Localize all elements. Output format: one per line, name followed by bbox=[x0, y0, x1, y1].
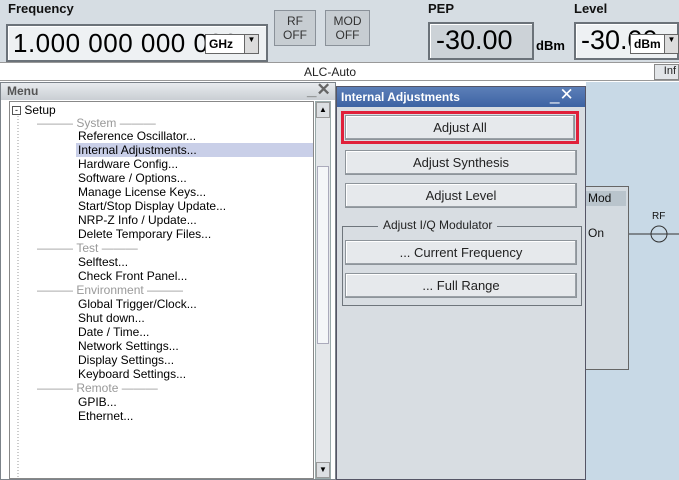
frequency-label: Frequency bbox=[8, 1, 74, 16]
menu-item-manage-license-keys[interactable]: Manage License Keys... bbox=[78, 185, 206, 199]
pep-value: -30.00 bbox=[436, 25, 513, 55]
adjust-all-button[interactable]: Adjust All bbox=[345, 115, 575, 140]
signal-generator-screen: Frequency 1.000 000 000 000 GHz ▼ RF OFF… bbox=[0, 0, 679, 480]
mod-toggle-label: MOD bbox=[333, 14, 362, 28]
menu-item-shut-down[interactable]: Shut down... bbox=[78, 311, 145, 325]
menu-item-check-front-panel[interactable]: Check Front Panel... bbox=[78, 269, 187, 283]
menu-item-reference-oscillator[interactable]: Reference Oscillator... bbox=[78, 129, 196, 143]
menu-item-gpib[interactable]: GPIB... bbox=[78, 395, 117, 409]
menu-item-nrpz-info[interactable]: NRP-Z Info / Update... bbox=[78, 213, 197, 227]
rf-toggle-button[interactable]: RF OFF bbox=[274, 10, 316, 46]
status-bar: ALC-Auto Inf bbox=[0, 62, 679, 81]
pep-unit: dBm bbox=[536, 38, 565, 53]
menu-item-ethernet[interactable]: Ethernet... bbox=[78, 409, 133, 423]
mod-block-title: Mod bbox=[586, 191, 626, 206]
level-label: Level bbox=[574, 1, 608, 16]
menu-title: Menu bbox=[7, 84, 39, 98]
menu-item-software-options[interactable]: Software / Options... bbox=[78, 171, 187, 185]
menu-tree: - Setup ——— System ——— Reference Oscilla… bbox=[9, 101, 314, 479]
menu-panel: Menu _✕ - Setup ——— System ——— Reference… bbox=[0, 80, 336, 480]
scrollbar-thumb[interactable] bbox=[317, 166, 329, 344]
adjust-synthesis-button[interactable]: Adjust Synthesis bbox=[345, 150, 577, 175]
menu-item-display-update[interactable]: Start/Stop Display Update... bbox=[78, 199, 226, 213]
menu-scrollbar[interactable]: ▲ ▼ bbox=[315, 101, 331, 479]
chevron-down-icon: ▼ bbox=[664, 35, 678, 53]
rf-toggle-label: RF bbox=[287, 14, 303, 28]
info-button[interactable]: Inf bbox=[654, 64, 679, 80]
level-unit-select[interactable]: dBm ▼ bbox=[630, 34, 679, 54]
scroll-up-icon[interactable]: ▲ bbox=[316, 102, 330, 118]
menu-item-network-settings[interactable]: Network Settings... bbox=[78, 339, 179, 353]
menu-item-display-settings[interactable]: Display Settings... bbox=[78, 353, 174, 367]
mod-toggle-button[interactable]: MOD OFF bbox=[325, 10, 370, 46]
header-bar: Frequency 1.000 000 000 000 GHz ▼ RF OFF… bbox=[0, 0, 679, 62]
full-range-button[interactable]: ... Full Range bbox=[345, 273, 577, 298]
rf-output-label: RF bbox=[652, 211, 666, 222]
menu-item-date-time[interactable]: Date / Time... bbox=[78, 325, 149, 339]
rf-toggle-state: OFF bbox=[283, 28, 307, 42]
menu-item-delete-temp-files[interactable]: Delete Temporary Files... bbox=[78, 227, 211, 241]
mod-toggle-state: OFF bbox=[335, 28, 360, 42]
mod-block-state: On bbox=[588, 226, 605, 240]
menu-item-global-trigger[interactable]: Global Trigger/Clock... bbox=[78, 297, 197, 311]
pep-display: -30.00 bbox=[428, 22, 534, 60]
internal-adjustments-dialog: Internal Adjustments _✕ Adjust All Adjus… bbox=[336, 85, 586, 480]
chevron-down-icon: ▼ bbox=[244, 35, 258, 53]
collapse-icon: - bbox=[12, 106, 21, 115]
menu-titlebar: Menu _✕ bbox=[1, 80, 335, 100]
minimize-close-icon[interactable]: _✕ bbox=[307, 80, 331, 100]
dialog-titlebar: Internal Adjustments _✕ bbox=[337, 85, 585, 107]
menu-item-internal-adjustments[interactable]: Internal Adjustments... bbox=[76, 143, 313, 157]
dialog-title: Internal Adjustments bbox=[341, 90, 460, 104]
menu-item-keyboard-settings[interactable]: Keyboard Settings... bbox=[78, 367, 186, 381]
alc-status: ALC-Auto bbox=[304, 65, 357, 79]
adjust-level-button[interactable]: Adjust Level bbox=[345, 183, 577, 208]
mod-block[interactable] bbox=[586, 186, 629, 370]
frequency-unit-select[interactable]: GHz ▼ bbox=[205, 34, 259, 54]
pep-label: PEP bbox=[428, 1, 455, 16]
section-system: ——— System ——— bbox=[37, 116, 156, 130]
frequency-unit: GHz bbox=[209, 37, 233, 51]
dialog-close-icon[interactable]: _✕ bbox=[550, 85, 574, 105]
section-environment: ——— Environment ——— bbox=[37, 283, 184, 297]
level-unit: dBm bbox=[634, 37, 661, 51]
menu-item-hardware-config[interactable]: Hardware Config... bbox=[78, 157, 178, 171]
iq-modulator-group-label: Adjust I/Q Modulator bbox=[378, 218, 498, 232]
section-remote: ——— Remote ——— bbox=[37, 381, 158, 395]
scroll-down-icon[interactable]: ▼ bbox=[316, 462, 330, 478]
section-test: ——— Test ——— bbox=[37, 241, 138, 255]
tree-root-setup[interactable]: - Setup bbox=[12, 103, 56, 117]
menu-item-selftest[interactable]: Selftest... bbox=[78, 255, 128, 269]
current-frequency-button[interactable]: ... Current Frequency bbox=[345, 240, 577, 265]
